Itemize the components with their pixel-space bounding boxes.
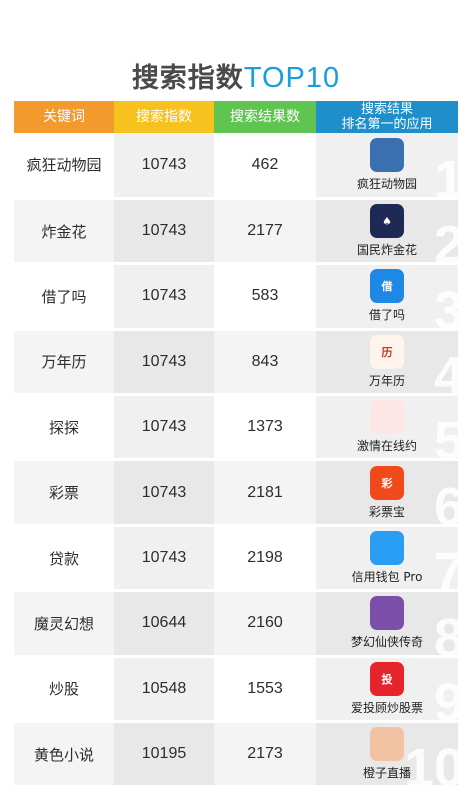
top-app-cell: 梦幻仙侠传奇8 xyxy=(316,590,458,658)
table-row: 炒股105481553投爱投顾炒股票9 xyxy=(14,656,458,724)
table-row: 黄色小说 10195 2173 橙子直播 10 xyxy=(14,721,458,789)
table-row: 疯狂动物园10743462疯狂动物园1 xyxy=(14,133,458,200)
keyword-cell: 疯狂动物园 xyxy=(14,133,114,200)
top-app-cell: 激情在线约5 xyxy=(316,394,458,462)
keyword-cell: 黄色小说 xyxy=(14,721,114,789)
result-count-cell: 462 xyxy=(214,133,316,200)
fantasy-game-icon xyxy=(370,596,404,631)
title-main: 搜索指数 xyxy=(131,63,244,94)
result-count-cell: 2160 xyxy=(214,590,316,658)
app-name: 借了吗 xyxy=(368,308,405,323)
app-name: 国民炸金花 xyxy=(356,243,417,258)
search-index-cell: 10743 xyxy=(114,394,214,462)
table-row: 探探107431373激情在线约5 xyxy=(14,394,458,462)
app-name: 激情在线约 xyxy=(356,439,417,454)
search-index-cell: 10195 xyxy=(114,721,214,789)
stock-app-icon: 投 xyxy=(370,661,404,696)
jieleme-app-icon: 借 xyxy=(370,269,404,304)
header-top-app: 搜索结果 排名第一的应用 xyxy=(316,101,458,133)
search-index-cell: 10743 xyxy=(114,525,214,593)
top-app-cell: 彩彩票宝6 xyxy=(316,459,458,527)
app-name: 爱投顾炒股票 xyxy=(350,700,423,715)
header-keyword: 关键词 xyxy=(14,101,114,133)
zoo-app-icon xyxy=(370,137,404,172)
header-top-app-label: 搜索结果 排名第一的应用 xyxy=(341,102,433,132)
table-row: 贷款107432198信用钱包 Pro7 xyxy=(14,525,458,593)
keyword-cell: 彩票 xyxy=(14,459,114,527)
result-count-cell: 583 xyxy=(214,263,316,331)
top-app-cell: 疯狂动物园1 xyxy=(316,133,458,200)
keyword-cell: 万年历 xyxy=(14,329,114,397)
app-name: 疯狂动物园 xyxy=(356,176,417,191)
calendar-app-icon: 历 xyxy=(370,334,404,369)
result-count-cell: 843 xyxy=(214,329,316,397)
result-count-cell: 2198 xyxy=(214,525,316,593)
table-row: 彩票107432181彩彩票宝6 xyxy=(14,459,458,527)
poker-app-icon: ♠ xyxy=(370,204,404,239)
search-index-cell: 10743 xyxy=(114,459,214,527)
result-count-cell: 1373 xyxy=(214,394,316,462)
keyword-cell: 贷款 xyxy=(14,525,114,593)
top-app-cell: 借借了吗3 xyxy=(316,263,458,331)
wallet-app-icon xyxy=(370,531,404,566)
top-app-cell: ♠国民炸金花2 xyxy=(316,198,458,266)
live-app-icon xyxy=(370,727,404,762)
title-top10: TOP10 xyxy=(243,62,341,94)
keyword-cell: 借了吗 xyxy=(14,263,114,331)
page-title: 搜索指数TOP10 xyxy=(0,58,472,99)
keyword-cell: 探探 xyxy=(14,394,114,462)
top-app-cell: 橙子直播 10 xyxy=(316,721,458,789)
table-row: 借了吗10743583借借了吗3 xyxy=(14,263,458,331)
result-count-cell: 2177 xyxy=(214,198,316,266)
top-app-cell: 信用钱包 Pro7 xyxy=(316,525,458,593)
search-index-cell: 10743 xyxy=(114,133,214,200)
lottery-app-icon: 彩 xyxy=(370,465,404,500)
result-count-cell: 1553 xyxy=(214,656,316,724)
ranking-table: 关键词 搜索指数 搜索结果数 搜索结果 排名第一的应用 疯狂动物园 10743 46… xyxy=(14,101,458,789)
search-index-cell: 10743 xyxy=(114,198,214,266)
table-row: 魔灵幻想106442160梦幻仙侠传奇8 xyxy=(14,590,458,658)
app-name: 万年历 xyxy=(368,373,405,388)
search-index-cell: 10644 xyxy=(114,590,214,658)
keyword-cell: 炒股 xyxy=(14,656,114,724)
app-name: 橙子直播 xyxy=(362,766,411,781)
header-result-count: 搜索结果数 xyxy=(214,101,316,133)
keyword-cell: 炸金花 xyxy=(14,198,114,266)
header-search-index: 搜索指数 xyxy=(114,101,214,133)
app-name: 彩票宝 xyxy=(368,504,405,519)
search-index-cell: 10548 xyxy=(114,656,214,724)
lips-app-icon xyxy=(370,400,404,435)
app-name: 信用钱包 Pro xyxy=(351,570,423,585)
result-count-cell: 2181 xyxy=(214,459,316,527)
search-index-cell: 10743 xyxy=(114,329,214,397)
result-count-cell: 2173 xyxy=(214,721,316,789)
top-app-cell: 历万年历4 xyxy=(316,329,458,397)
search-index-cell: 10743 xyxy=(114,263,214,331)
keyword-cell: 魔灵幻想 xyxy=(14,590,114,658)
table-row: 炸金花107432177♠国民炸金花2 xyxy=(14,198,458,266)
app-name: 梦幻仙侠传奇 xyxy=(350,635,423,650)
table-row: 万年历10743843历万年历4 xyxy=(14,329,458,397)
top-app-cell: 投爱投顾炒股票9 xyxy=(316,656,458,724)
